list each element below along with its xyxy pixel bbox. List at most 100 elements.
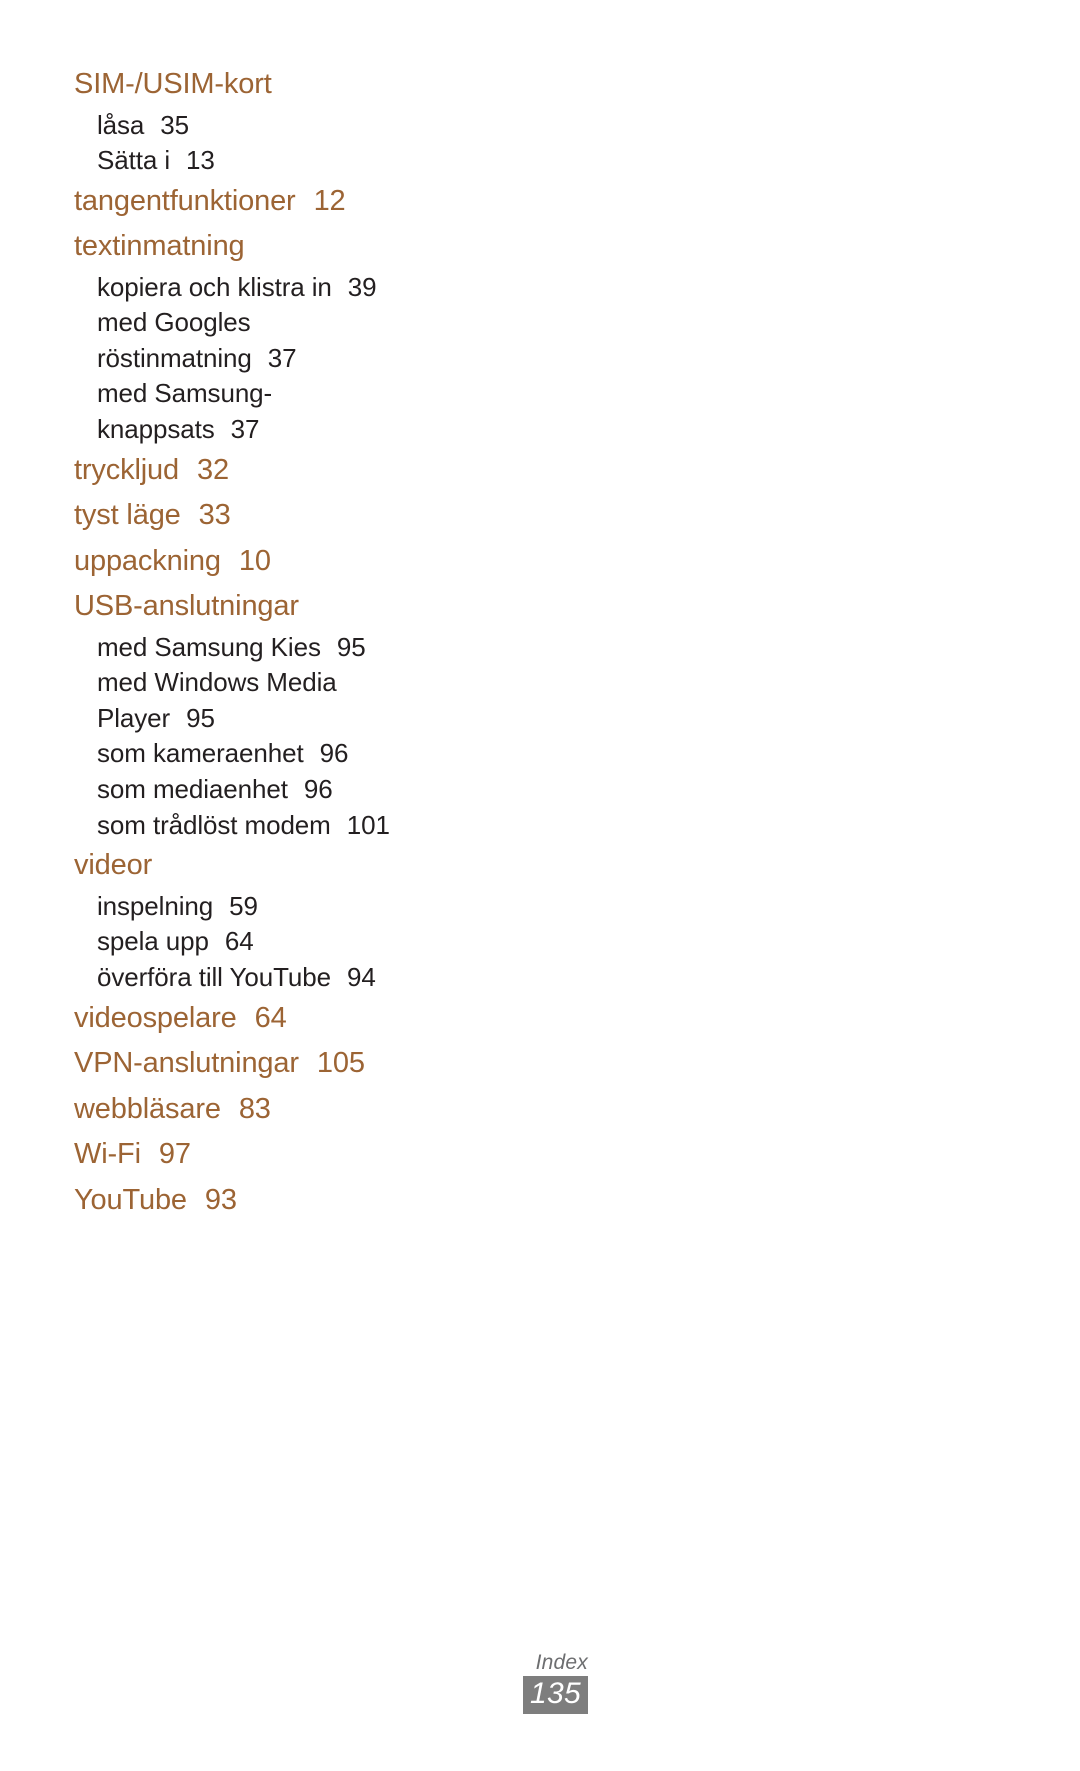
index-subentry-page-number: 96 [319, 738, 349, 769]
index-entry-page-number: 105 [316, 1047, 365, 1079]
index-entry-heading[interactable]: tyst läge 33 [74, 493, 544, 539]
index-entry-page-number: 33 [198, 499, 231, 532]
index-entry-heading[interactable]: YouTube 93 [74, 1178, 544, 1224]
index-entry-heading[interactable]: VPN-anslutningar 105 [74, 1041, 544, 1087]
index-group: uppackning 10 [74, 539, 544, 585]
index-group: YouTube 93 [74, 1178, 544, 1224]
index-entry-list: SIM-/USIM-kort låsa 35 Sätta i 13 tangentfunk… [74, 62, 544, 1223]
index-subentry[interactable]: spela upp 64 [74, 924, 544, 960]
index-entry-heading[interactable]: SIM-/USIM-kort [74, 62, 544, 108]
index-subentry-list: med Samsung Kies 95 med Windows Media Playe… [74, 630, 544, 844]
index-subentry-label: spela upp [97, 926, 209, 957]
index-subentry-label: Player [97, 702, 171, 733]
index-subentry-label: låsa [97, 109, 145, 140]
index-subentry[interactable]: med Googles [74, 305, 544, 341]
index-subentry-label: med Samsung- [97, 378, 273, 409]
index-entry-label: textinmatning [74, 230, 245, 263]
index-subentry[interactable]: som trådlöst modem 101 [74, 808, 544, 844]
index-subentry-label: knappsats [97, 414, 215, 445]
index-subentry-list: inspelning 59 spela upp 64 överföra till You… [74, 889, 544, 996]
index-subentry-page-number: 95 [186, 702, 215, 733]
index-subentry[interactable]: Sätta i 13 [74, 143, 544, 179]
index-subentry[interactable]: överföra till YouTube 94 [74, 960, 544, 996]
index-subentry-list: kopiera och klistra in 39 med Googles rösti… [74, 270, 544, 448]
index-entry-page-number: 12 [313, 184, 346, 217]
index-subentry[interactable]: röstinmatning 37 [74, 341, 544, 377]
index-subentry-page-number: 101 [346, 809, 390, 840]
index-subentry-page-number: 96 [303, 774, 333, 805]
index-subentry[interactable]: låsa 35 [74, 108, 544, 144]
page-footer: Index 135 [0, 1650, 1080, 1714]
index-subentry-label: som mediaenhet [97, 774, 288, 805]
index-entry-label: uppackning [74, 544, 221, 577]
index-group: SIM-/USIM-kort låsa 35 Sätta i 13 [74, 62, 544, 179]
index-subentry-label: med Googles [97, 307, 251, 338]
index-subentry-list: låsa 35 Sätta i 13 [74, 108, 544, 179]
index-subentry-label: Sätta i [97, 145, 171, 176]
index-group: textinmatning kopiera och klistra in 39 med… [74, 224, 544, 447]
index-entry-label: webbläsare [74, 1092, 221, 1125]
index-subentry[interactable]: knappsats 37 [74, 412, 544, 448]
index-entry-heading[interactable]: videor [74, 843, 544, 889]
index-subentry-page-number: 94 [346, 961, 376, 992]
footer-inner: Index 135 [492, 1650, 588, 1714]
index-entry-heading[interactable]: textinmatning [74, 224, 544, 270]
index-group: videospelare 64 [74, 996, 544, 1042]
index-entry-label: USB-anslutningar [74, 590, 299, 623]
index-entry-heading[interactable]: videospelare 64 [74, 996, 544, 1042]
index-entry-heading[interactable]: uppackning 10 [74, 539, 544, 585]
index-entry-label: videor [74, 849, 153, 882]
index-subentry-page-number: 37 [230, 414, 260, 445]
index-subentry-page-number: 39 [347, 271, 377, 302]
index-group: tryckljud 32 [74, 448, 544, 494]
index-group: USB-anslutningar med Samsung Kies 95 med Wi… [74, 584, 544, 843]
index-entry-label: YouTube [74, 1183, 187, 1216]
index-subentry-label: med Windows Media [97, 667, 337, 698]
footer-section-label: Index [535, 1651, 588, 1674]
index-entry-page-number: 10 [238, 544, 271, 577]
index-subentry-page-number: 37 [267, 342, 297, 373]
index-subentry[interactable]: som mediaenhet 96 [74, 772, 544, 808]
index-entry-page-number: 32 [197, 453, 229, 486]
index-group: webbläsare 83 [74, 1087, 544, 1133]
index-subentry[interactable]: kopiera och klistra in 39 [74, 270, 544, 306]
index-entry-label: Wi-Fi [74, 1138, 141, 1170]
index-subentry-label: kopiera och klistra in [97, 271, 332, 302]
index-entry-heading[interactable]: Wi-Fi 97 [74, 1132, 544, 1178]
index-entry-page-number: 64 [254, 1001, 287, 1034]
document-page: SIM-/USIM-kort låsa 35 Sätta i 13 tangentfunk… [0, 0, 1080, 1771]
index-subentry-page-number: 59 [229, 890, 258, 921]
index-group: VPN-anslutningar 105 [74, 1041, 544, 1087]
index-entry-heading[interactable]: USB-anslutningar [74, 584, 544, 630]
index-entry-page-number: 93 [204, 1183, 237, 1216]
index-subentry-label: som trådlöst modem [97, 809, 331, 840]
footer-page-number: 135 [523, 1676, 588, 1714]
index-entry-label: VPN-anslutningar [74, 1047, 299, 1079]
index-subentry[interactable]: med Samsung Kies 95 [74, 630, 544, 666]
index-entry-heading[interactable]: webbläsare 83 [74, 1087, 544, 1133]
index-group: tyst läge 33 [74, 493, 544, 539]
index-entry-page-number: 83 [238, 1092, 271, 1125]
index-group: videor inspelning 59 spela upp 64 överföra ti… [74, 843, 544, 995]
index-subentry-label: överföra till YouTube [97, 961, 331, 992]
index-subentry-label: med Samsung Kies [97, 631, 321, 662]
index-subentry-page-number: 64 [224, 926, 254, 957]
index-entry-heading[interactable]: tryckljud 32 [74, 448, 544, 494]
index-group: tangentfunktioner 12 [74, 179, 544, 225]
index-subentry[interactable]: Player 95 [74, 701, 544, 737]
index-subentry-label: röstinmatning [97, 342, 252, 373]
index-subentry[interactable]: inspelning 59 [74, 889, 544, 925]
index-entry-label: tyst läge [74, 499, 181, 532]
index-subentry-page-number: 13 [186, 145, 215, 176]
index-entry-label: SIM-/USIM-kort [74, 68, 272, 100]
index-entry-heading[interactable]: tangentfunktioner 12 [74, 179, 544, 225]
index-subentry-page-number: 95 [336, 631, 366, 662]
index-subentry[interactable]: med Samsung- [74, 376, 544, 412]
index-entry-page-number: 97 [158, 1138, 191, 1170]
index-subentry[interactable]: som kameraenhet 96 [74, 736, 544, 772]
index-subentry-page-number: 35 [160, 109, 190, 140]
index-subentry-label: som kameraenhet [97, 738, 304, 769]
index-subentry[interactable]: med Windows Media [74, 665, 544, 701]
index-entry-label: tangentfunktioner [74, 184, 296, 217]
index-entry-label: videospelare [74, 1001, 237, 1034]
